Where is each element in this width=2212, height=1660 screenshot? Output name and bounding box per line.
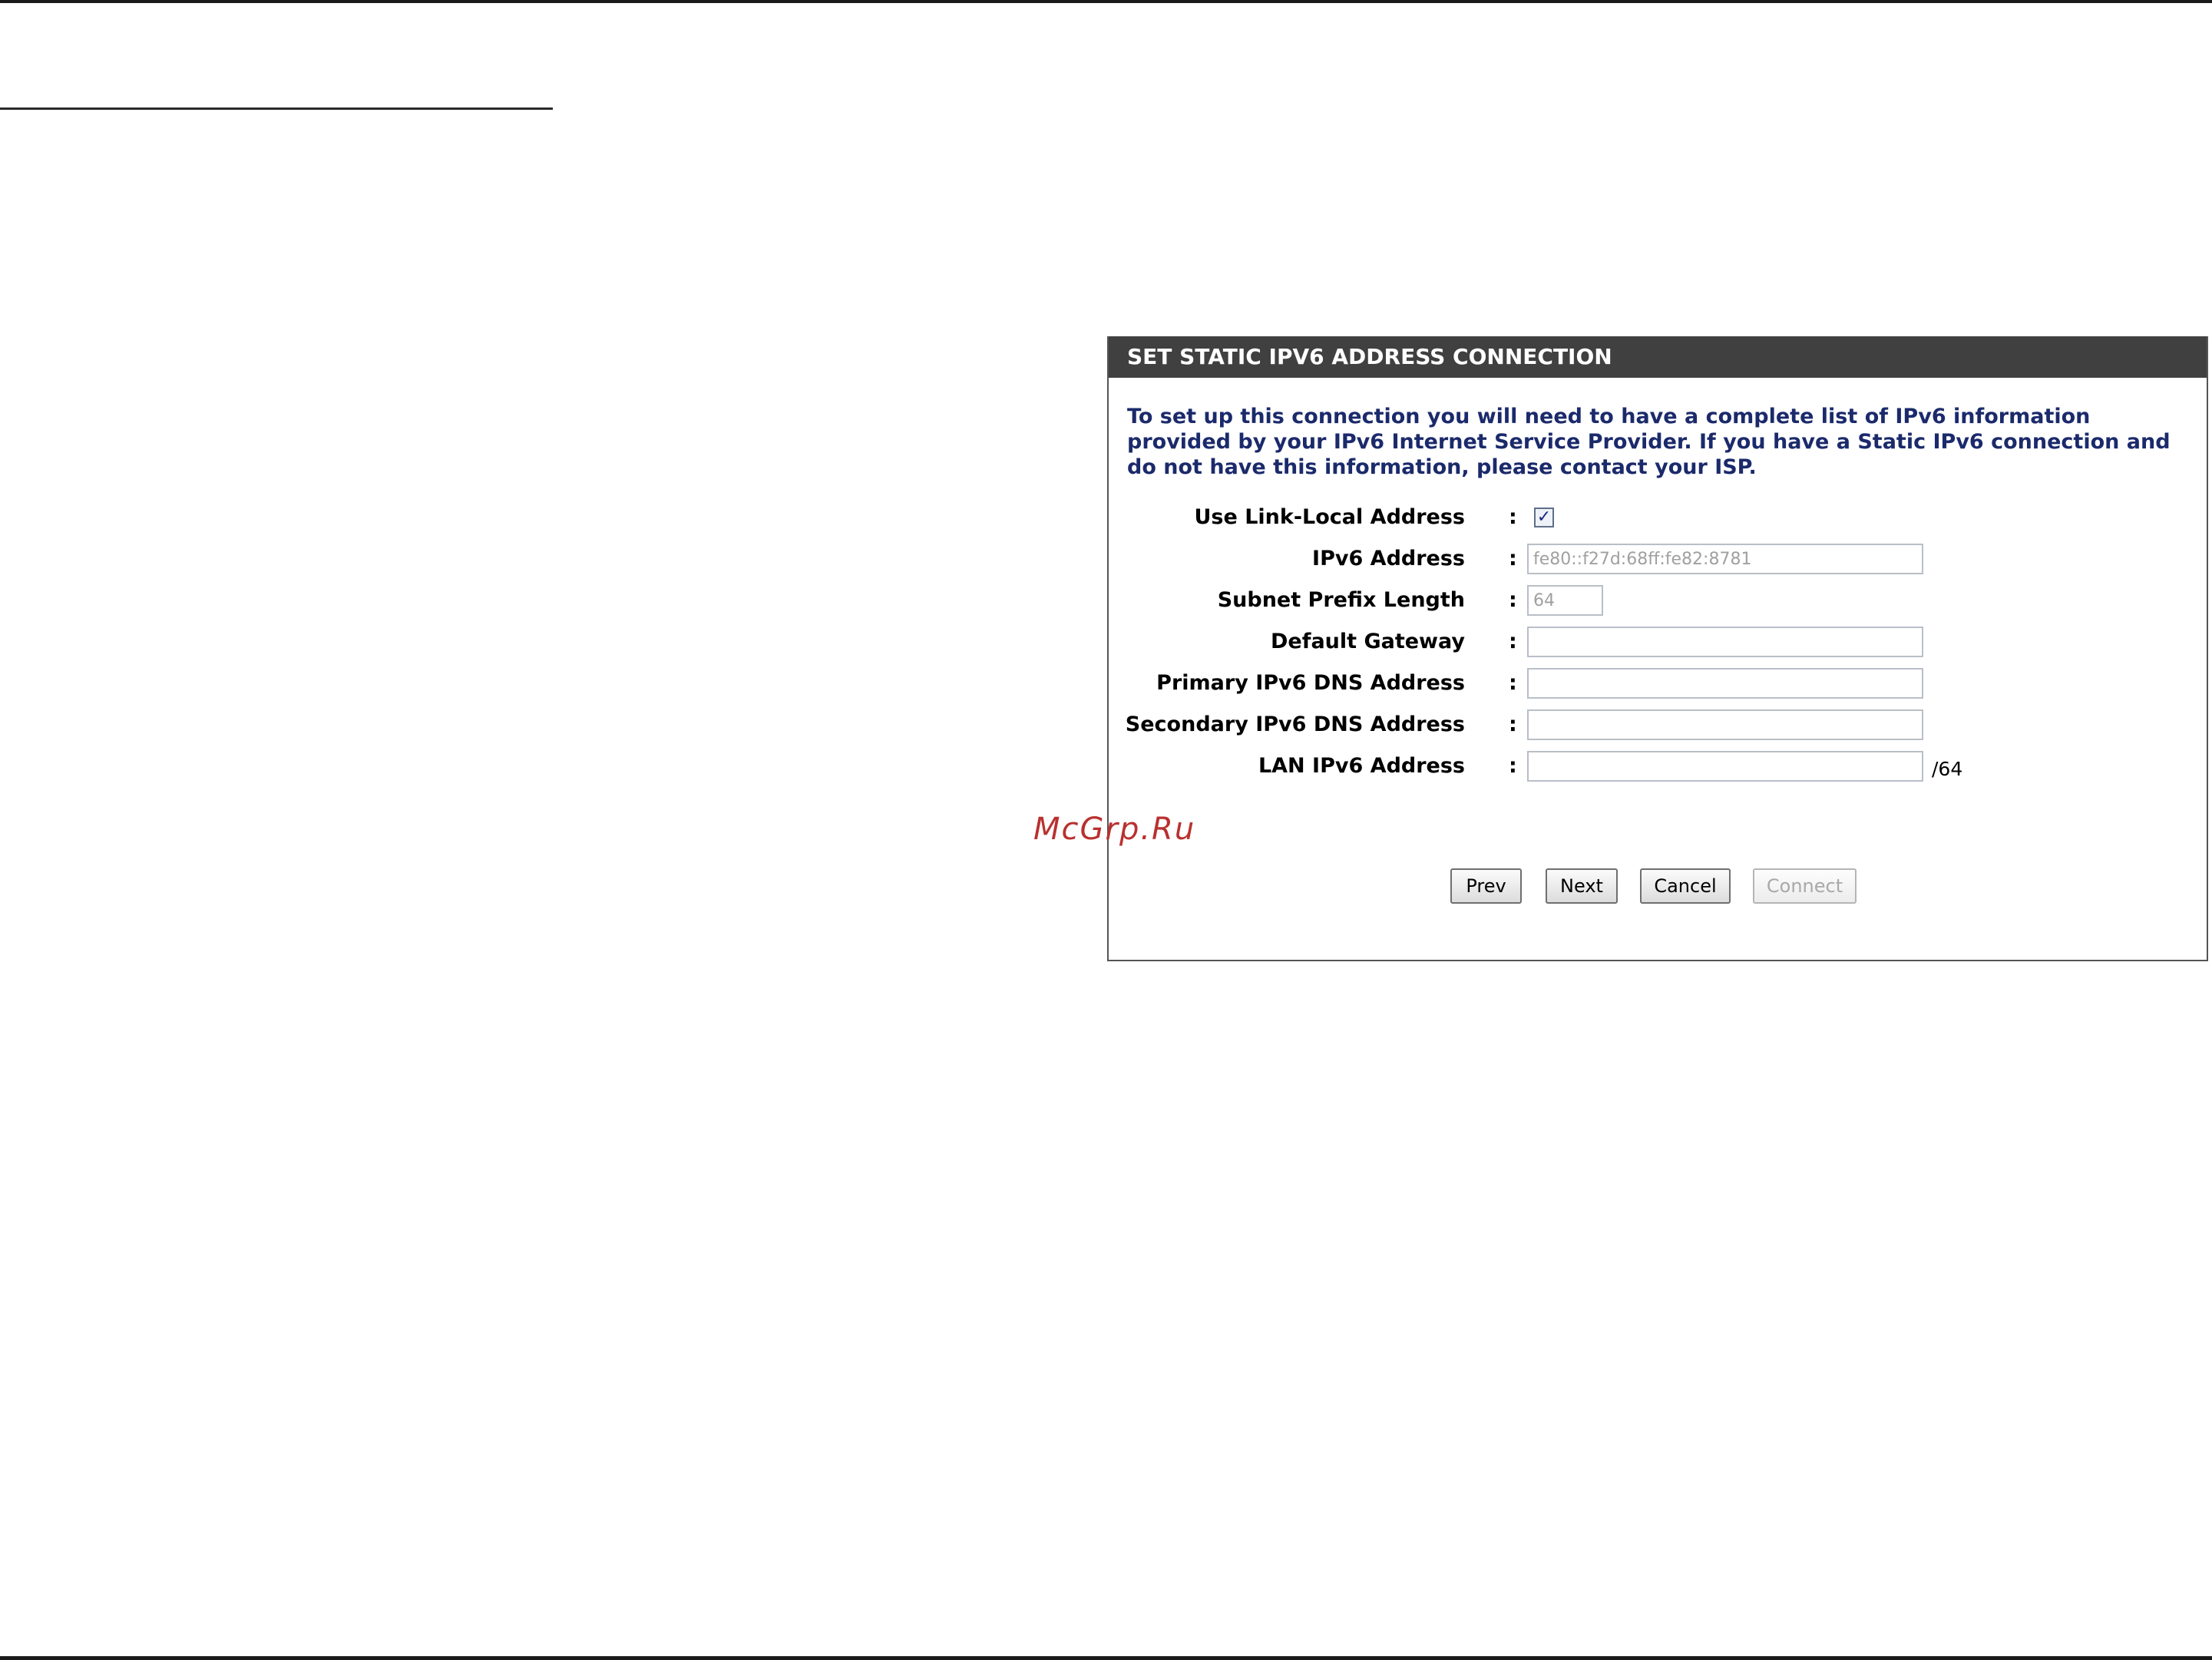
label-separator: : bbox=[1509, 505, 1517, 529]
label-separator: : bbox=[1509, 547, 1517, 570]
next-button[interactable]: Next bbox=[1546, 868, 1618, 904]
cancel-button[interactable]: Cancel bbox=[1640, 868, 1731, 904]
label-separator: : bbox=[1509, 630, 1517, 653]
default-gateway-label: Default Gateway bbox=[1270, 630, 1465, 653]
secondary-dns-row: Secondary IPv6 DNS Address : bbox=[1109, 708, 2207, 742]
secondary-dns-input[interactable] bbox=[1527, 709, 1923, 740]
ipv6-address-row: IPv6 Address : bbox=[1109, 542, 2207, 576]
panel-title: SET STATIC IPV6 ADDRESS CONNECTION bbox=[1109, 336, 2207, 378]
secondary-dns-label: Secondary IPv6 DNS Address bbox=[1125, 713, 1465, 736]
default-gateway-input[interactable] bbox=[1527, 627, 1923, 657]
prev-button[interactable]: Prev bbox=[1450, 868, 1522, 904]
label-separator: : bbox=[1509, 588, 1517, 612]
static-ipv6-panel: SET STATIC IPV6 ADDRESS CONNECTION To se… bbox=[1107, 336, 2208, 961]
lan-ipv6-row: LAN IPv6 Address : /64 bbox=[1109, 749, 2207, 783]
use-link-local-row: Use Link-Local Address : ✓ bbox=[1109, 501, 2207, 534]
default-gateway-row: Default Gateway : bbox=[1109, 625, 2207, 659]
ipv6-address-label: IPv6 Address bbox=[1312, 547, 1465, 570]
use-link-local-label: Use Link-Local Address bbox=[1194, 505, 1465, 529]
ipv6-address-input[interactable] bbox=[1527, 544, 1923, 574]
page-bottom-rule bbox=[0, 1656, 2212, 1660]
primary-dns-row: Primary IPv6 DNS Address : bbox=[1109, 666, 2207, 700]
watermark-text: McGrp.Ru bbox=[1033, 812, 1196, 847]
use-link-local-checkbox[interactable]: ✓ bbox=[1534, 508, 1554, 527]
label-separator: : bbox=[1509, 754, 1517, 778]
lan-ipv6-prefix-suffix: /64 bbox=[1932, 758, 1963, 780]
page-top-rule bbox=[0, 0, 2212, 3]
connect-button[interactable]: Connect bbox=[1753, 868, 1857, 904]
label-separator: : bbox=[1509, 671, 1517, 695]
primary-dns-input[interactable] bbox=[1527, 668, 1923, 699]
panel-intro-text: To set up this connection you will need … bbox=[1127, 405, 2171, 479]
section-underline bbox=[0, 107, 553, 110]
lan-ipv6-address-input[interactable] bbox=[1527, 751, 1923, 782]
subnet-prefix-length-input[interactable] bbox=[1527, 585, 1603, 616]
subnet-prefix-row: Subnet Prefix Length : bbox=[1109, 584, 2207, 617]
lan-ipv6-address-label: LAN IPv6 Address bbox=[1258, 754, 1465, 778]
primary-dns-label: Primary IPv6 DNS Address bbox=[1156, 671, 1465, 695]
subnet-prefix-length-label: Subnet Prefix Length bbox=[1217, 588, 1465, 612]
label-separator: : bbox=[1509, 713, 1517, 736]
